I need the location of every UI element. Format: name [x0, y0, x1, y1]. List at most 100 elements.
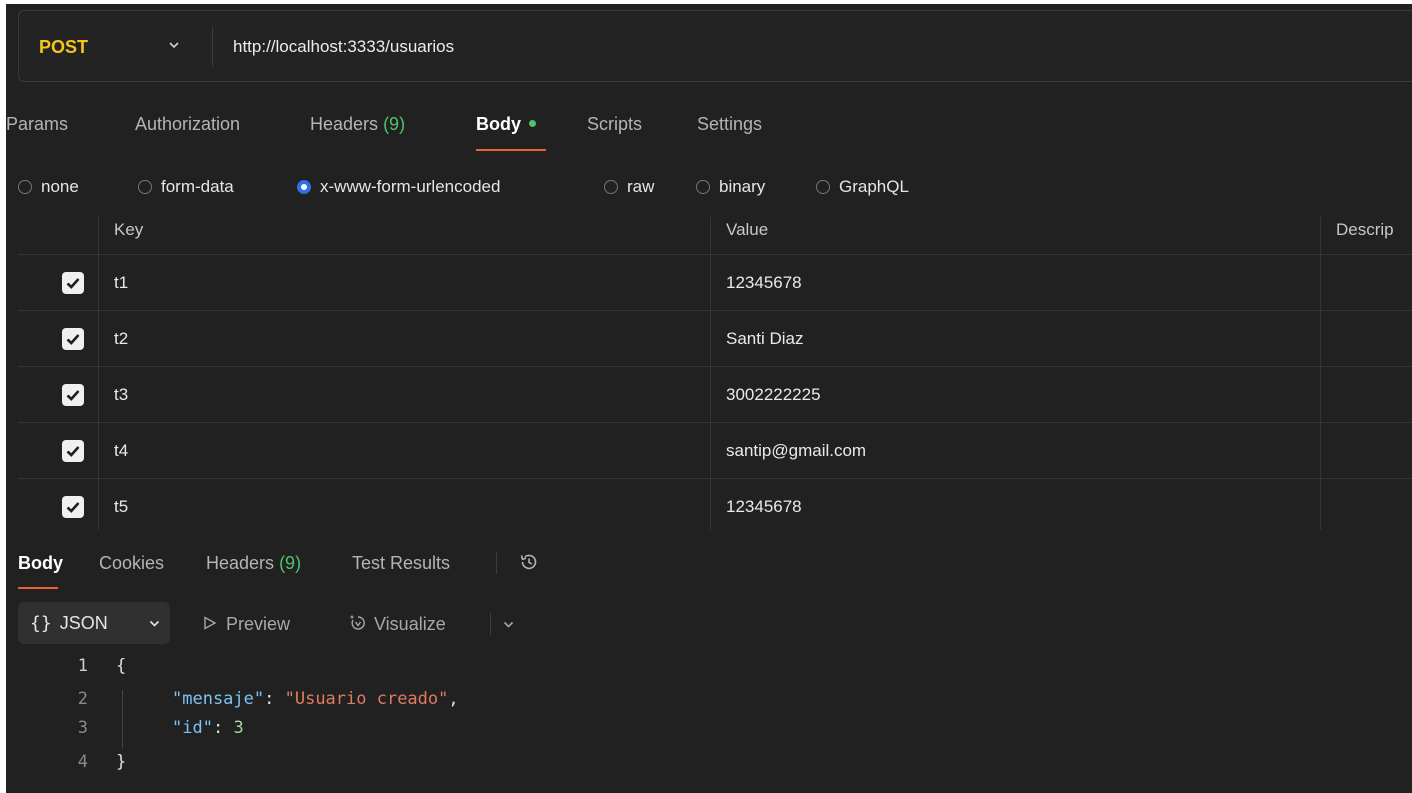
url-separator [212, 27, 213, 67]
postman-request-panel: POST http://localhost:3333/usuarios Para… [6, 4, 1412, 793]
table-row[interactable]: t4 santip@gmail.com [18, 423, 1412, 479]
tab-headers-label: Headers [310, 114, 379, 134]
check-icon [66, 390, 80, 401]
tab-body-label: Body [476, 114, 521, 134]
check-icon [66, 278, 80, 289]
response-tab-cookies[interactable]: Cookies [99, 551, 164, 575]
code-line: "mensaje": "Usuario creado", [172, 689, 459, 709]
cell-key[interactable]: t5 [114, 479, 128, 530]
response-tab-separator [496, 552, 497, 574]
line-number: 2 [77, 689, 88, 709]
response-tab-body[interactable]: Body [18, 551, 63, 575]
json-brace: } [116, 752, 127, 772]
chevron-down-icon [149, 620, 160, 627]
toolbar-separator [490, 613, 491, 635]
column-description: Descrip [1336, 220, 1394, 239]
json-colon: : [212, 718, 234, 738]
row-checkbox[interactable] [62, 272, 84, 294]
code-line: { [116, 656, 126, 676]
row-checkbox[interactable] [62, 496, 84, 518]
tab-settings[interactable]: Settings [697, 112, 762, 136]
tab-headers-count: (9) [383, 114, 406, 134]
format-label: JSON [59, 613, 108, 633]
code-line: } [116, 752, 126, 772]
body-type-form-data-label: form-data [161, 177, 234, 196]
json-string: "Usuario creado" [284, 689, 449, 709]
json-key: "id" [172, 718, 213, 738]
tab-body[interactable]: Body [476, 112, 536, 136]
body-type-form-data[interactable]: form-data [138, 176, 234, 198]
radio-icon [604, 179, 618, 194]
cell-value[interactable]: 12345678 [726, 255, 802, 311]
check-icon [66, 446, 80, 457]
line-number: 3 [77, 718, 88, 738]
code-line: "id": 3 [172, 718, 244, 738]
preview-button[interactable]: Preview [202, 612, 290, 636]
braces-icon: {} [30, 613, 52, 634]
radio-icon [816, 179, 830, 194]
tab-authorization[interactable]: Authorization [135, 112, 240, 136]
table-row[interactable]: t3 3002222225 [18, 367, 1412, 423]
row-checkbox[interactable] [62, 440, 84, 462]
column-key: Key [114, 220, 144, 239]
sparkle-icon [349, 614, 365, 630]
body-type-raw[interactable]: raw [604, 176, 654, 198]
body-type-none[interactable]: none [18, 176, 79, 198]
body-type-binary-label: binary [719, 177, 766, 196]
format-selector[interactable]: {} JSON [18, 602, 170, 644]
cell-value[interactable]: 12345678 [726, 479, 802, 530]
radio-icon [18, 179, 32, 194]
radio-selected-icon [297, 179, 311, 194]
json-brace: { [116, 656, 127, 676]
check-icon [66, 502, 80, 513]
body-type-graphql[interactable]: GraphQL [816, 176, 909, 198]
cell-value[interactable]: santip@gmail.com [726, 423, 866, 479]
tab-params[interactable]: Params [6, 112, 68, 136]
chevron-down-icon[interactable] [167, 38, 181, 52]
visualize-label: Visualize [374, 614, 446, 634]
column-value: Value [726, 220, 769, 239]
json-key: "mensaje" [172, 689, 265, 709]
cell-value[interactable]: 3002222225 [726, 367, 821, 423]
method-selector[interactable]: POST [39, 11, 88, 83]
response-tab-test-results[interactable]: Test Results [352, 551, 450, 575]
response-active-tab-indicator [18, 587, 58, 589]
tab-headers[interactable]: Headers (9) [310, 112, 405, 136]
table-row[interactable]: t2 Santi Diaz [18, 311, 1412, 367]
active-tab-indicator [476, 149, 546, 151]
cell-key[interactable]: t4 [114, 423, 128, 479]
response-tab-headers[interactable]: Headers (9) [206, 551, 301, 575]
radio-icon [138, 179, 152, 194]
modified-dot-icon [529, 119, 536, 127]
cell-value[interactable]: Santi Diaz [726, 311, 803, 367]
indent-guide [122, 690, 123, 748]
response-tab-headers-count: (9) [279, 553, 302, 573]
table-row[interactable]: t1 12345678 [18, 255, 1412, 311]
line-number: 1 [77, 656, 88, 676]
cell-key[interactable]: t1 [114, 255, 128, 311]
cell-key[interactable]: t3 [114, 367, 128, 423]
radio-icon [696, 179, 710, 194]
body-type-graphql-label: GraphQL [839, 177, 909, 196]
json-number: 3 [233, 718, 244, 738]
check-icon [66, 334, 80, 345]
json-colon: : [264, 689, 285, 709]
body-type-none-label: none [41, 177, 79, 196]
table-header: Key Value Descrip [18, 217, 1412, 255]
row-checkbox[interactable] [62, 328, 84, 350]
body-type-binary[interactable]: binary [696, 176, 765, 198]
chevron-down-icon[interactable] [502, 618, 515, 631]
body-type-urlencoded[interactable]: x-www-form-urlencoded [297, 176, 500, 198]
table-row[interactable]: t5 12345678 [18, 479, 1412, 530]
json-comma: , [448, 689, 459, 709]
preview-label: Preview [226, 614, 291, 634]
body-type-urlencoded-label: x-www-form-urlencoded [320, 177, 501, 196]
tab-scripts[interactable]: Scripts [587, 112, 642, 136]
row-checkbox[interactable] [62, 384, 84, 406]
body-type-raw-label: raw [627, 177, 655, 196]
cell-key[interactable]: t2 [114, 311, 128, 367]
history-icon[interactable] [518, 551, 540, 573]
visualize-button[interactable]: Visualize [348, 612, 446, 636]
url-input[interactable]: http://localhost:3333/usuarios [233, 11, 454, 83]
play-outline-icon [204, 616, 217, 630]
